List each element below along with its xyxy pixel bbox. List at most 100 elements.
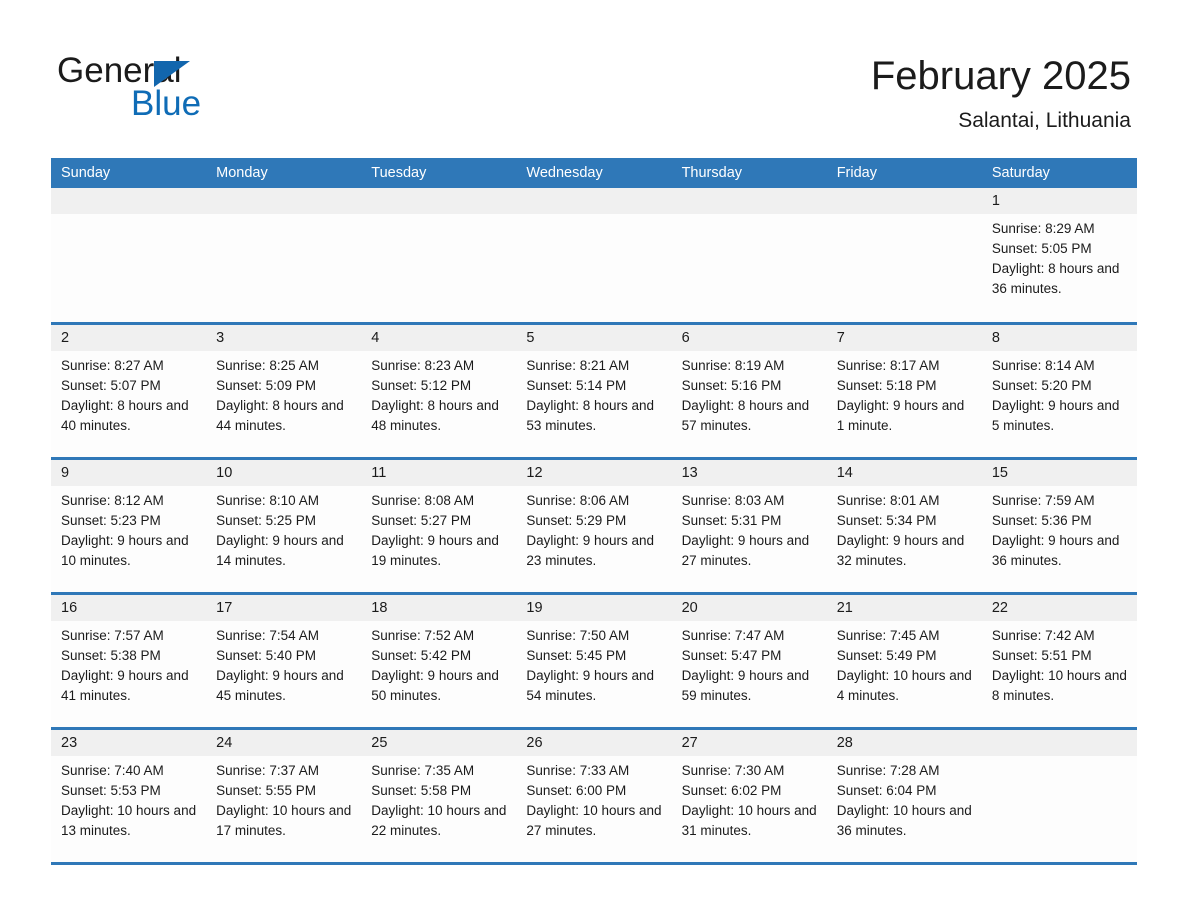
calendar-day-cell[interactable]: 9 Sunrise: 8:12 AM Sunset: 5:23 PM Daylight… [51, 458, 207, 593]
day-details: Sunrise: 8:19 AM Sunset: 5:16 PM Daylight:… [672, 351, 827, 436]
sunrise-time: Sunrise: 7:52 AM [371, 627, 475, 643]
sunset-time: Sunset: 6:04 PM [836, 782, 937, 798]
calendar-page: General Blue February 2025 Salantai, Lit… [0, 0, 1188, 918]
calendar-day-cell[interactable]: 12 Sunrise: 8:06 AM Sunset: 5:29 PM Dayligh… [516, 458, 672, 593]
calendar-day-cell[interactable]: 2 Sunrise: 8:27 AM Sunset: 5:07 PM Daylight… [51, 323, 207, 458]
sunset-time: Sunset: 6:02 PM [681, 782, 782, 798]
day-number: 8 [981, 324, 1137, 351]
calendar-day-cell[interactable]: 8 Sunrise: 8:14 AM Sunset: 5:20 PM Daylight… [981, 323, 1137, 458]
calendar-header-row: Sunday Monday Tuesday Wednesday Thursday… [51, 158, 1137, 188]
weekday-header-monday: Monday [206, 158, 362, 188]
day-details: Sunrise: 7:54 AM Sunset: 5:40 PM Daylight:… [206, 621, 361, 706]
calendar-day-cell[interactable]: 20 Sunrise: 7:47 AM Sunset: 5:47 PM Dayligh… [671, 593, 827, 728]
calendar-empty-cell [206, 188, 362, 323]
calendar-day-cell[interactable]: 7 Sunrise: 8:17 AM Sunset: 5:18 PM Daylight… [826, 323, 982, 458]
day-number: 13 [671, 459, 827, 486]
sunrise-time: Sunrise: 8:23 AM [371, 357, 475, 373]
day-details: Sunrise: 7:35 AM Sunset: 5:58 PM Daylight:… [361, 756, 516, 841]
day-details: Sunrise: 7:30 AM Sunset: 6:02 PM Daylight:… [672, 756, 827, 841]
calendar-day-cell[interactable]: 28 Sunrise: 7:28 AM Sunset: 6:04 PM Dayligh… [826, 728, 982, 865]
daylight-duration: Daylight: 10 hours and 31 minutes. [681, 802, 817, 838]
sunset-time: Sunset: 5:34 PM [836, 512, 937, 528]
daylight-duration: Daylight: 10 hours and 22 minutes. [371, 802, 507, 838]
day-details: Sunrise: 7:47 AM Sunset: 5:47 PM Daylight:… [672, 621, 827, 706]
calendar-day-cell[interactable]: 18 Sunrise: 7:52 AM Sunset: 5:42 PM Dayligh… [361, 593, 517, 728]
day-number: 6 [671, 324, 827, 351]
calendar-day-cell[interactable]: 5 Sunrise: 8:21 AM Sunset: 5:14 PM Daylight… [516, 323, 672, 458]
calendar-day-cell[interactable]: 25 Sunrise: 7:35 AM Sunset: 5:58 PM Dayligh… [361, 728, 517, 865]
day-details: Sunrise: 8:29 AM Sunset: 5:05 PM Daylight:… [982, 214, 1137, 299]
calendar-empty-cell [981, 728, 1137, 865]
sunrise-time: Sunrise: 7:37 AM [216, 762, 319, 778]
day-number: 2 [51, 324, 207, 351]
day-number: 22 [981, 594, 1137, 621]
daylight-duration: Daylight: 10 hours and 4 minutes. [836, 667, 972, 703]
daylight-duration: Daylight: 9 hours and 50 minutes. [371, 667, 499, 703]
day-number: 4 [361, 324, 517, 351]
weekday-header-saturday: Saturday [981, 158, 1137, 188]
sunrise-time: Sunrise: 8:12 AM [61, 492, 164, 508]
calendar-day-cell[interactable]: 15 Sunrise: 7:59 AM Sunset: 5:36 PM Dayligh… [981, 458, 1137, 593]
calendar-day-cell[interactable]: 1 Sunrise: 8:29 AM Sunset: 5:05 PM Daylight… [981, 188, 1137, 323]
calendar-week-row: 23 Sunrise: 7:40 AM Sunset: 5:53 PM Dayligh… [51, 728, 1137, 865]
calendar-day-cell[interactable]: 3 Sunrise: 8:25 AM Sunset: 5:09 PM Daylight… [206, 323, 362, 458]
sunset-time: Sunset: 5:40 PM [216, 647, 316, 663]
weekday-header-thursday: Thursday [671, 158, 827, 188]
calendar-day-cell[interactable]: 13 Sunrise: 8:03 AM Sunset: 5:31 PM Dayligh… [671, 458, 827, 593]
day-number: 19 [516, 594, 672, 621]
sunset-time: Sunset: 5:05 PM [991, 241, 1092, 256]
sunset-time: Sunset: 5:09 PM [216, 377, 316, 393]
sunset-time: Sunset: 5:20 PM [991, 377, 1092, 393]
calendar-day-cell[interactable]: 21 Sunrise: 7:45 AM Sunset: 5:49 PM Dayligh… [826, 593, 982, 728]
daylight-duration: Daylight: 10 hours and 8 minutes. [991, 667, 1127, 703]
day-number [826, 188, 982, 214]
calendar-empty-cell [51, 188, 207, 323]
day-number: 1 [981, 188, 1137, 214]
daylight-duration: Daylight: 10 hours and 13 minutes. [61, 802, 197, 838]
calendar-day-cell[interactable]: 27 Sunrise: 7:30 AM Sunset: 6:02 PM Dayligh… [671, 728, 827, 865]
day-details: Sunrise: 7:57 AM Sunset: 5:38 PM Daylight:… [51, 621, 206, 706]
page-subtitle: Salantai, Lithuania [958, 109, 1131, 132]
calendar-day-cell[interactable]: 26 Sunrise: 7:33 AM Sunset: 6:00 PM Dayligh… [516, 728, 672, 865]
day-number: 18 [361, 594, 517, 621]
sunrise-time: Sunrise: 7:30 AM [681, 762, 785, 778]
daylight-duration: Daylight: 9 hours and 36 minutes. [991, 532, 1120, 568]
weekday-header-tuesday: Tuesday [361, 158, 517, 188]
sunrise-time: Sunrise: 8:29 AM [991, 221, 1095, 236]
calendar-grid: Sunday Monday Tuesday Wednesday Thursday… [51, 158, 1137, 865]
day-number [516, 188, 672, 214]
day-number [671, 188, 827, 214]
general-blue-logo[interactable]: General Blue [57, 52, 317, 123]
day-details: Sunrise: 7:28 AM Sunset: 6:04 PM Daylight:… [827, 756, 982, 841]
daylight-duration: Daylight: 8 hours and 48 minutes. [371, 397, 499, 433]
daylight-duration: Daylight: 9 hours and 14 minutes. [216, 532, 344, 568]
calendar-day-cell[interactable]: 11 Sunrise: 8:08 AM Sunset: 5:27 PM Dayligh… [361, 458, 517, 593]
calendar-day-cell[interactable]: 10 Sunrise: 8:10 AM Sunset: 5:25 PM Dayligh… [206, 458, 362, 593]
sunrise-time: Sunrise: 7:45 AM [836, 627, 940, 643]
sunset-time: Sunset: 5:38 PM [61, 647, 161, 663]
calendar-day-cell[interactable]: 4 Sunrise: 8:23 AM Sunset: 5:12 PM Daylight… [361, 323, 517, 458]
sunrise-time: Sunrise: 8:27 AM [61, 357, 164, 373]
calendar-day-cell[interactable]: 24 Sunrise: 7:37 AM Sunset: 5:55 PM Dayligh… [206, 728, 362, 865]
page-header: General Blue February 2025 Salantai, Lit… [0, 0, 1188, 155]
day-number: 3 [206, 324, 362, 351]
day-number: 11 [361, 459, 517, 486]
sunrise-time: Sunrise: 7:50 AM [526, 627, 630, 643]
day-number: 28 [826, 729, 982, 756]
calendar-day-cell[interactable]: 6 Sunrise: 8:19 AM Sunset: 5:16 PM Daylight… [671, 323, 827, 458]
day-number: 24 [206, 729, 362, 756]
day-number: 9 [51, 459, 207, 486]
sunrise-time: Sunrise: 7:54 AM [216, 627, 319, 643]
calendar-day-cell[interactable]: 23 Sunrise: 7:40 AM Sunset: 5:53 PM Dayligh… [51, 728, 207, 865]
sunset-time: Sunset: 5:53 PM [61, 782, 161, 798]
calendar-day-cell[interactable]: 22 Sunrise: 7:42 AM Sunset: 5:51 PM Dayligh… [981, 593, 1137, 728]
day-details: Sunrise: 8:01 AM Sunset: 5:34 PM Daylight:… [827, 486, 982, 571]
calendar-day-cell[interactable]: 17 Sunrise: 7:54 AM Sunset: 5:40 PM Dayligh… [206, 593, 362, 728]
sunset-time: Sunset: 5:23 PM [61, 512, 161, 528]
calendar-day-cell[interactable]: 19 Sunrise: 7:50 AM Sunset: 5:45 PM Dayligh… [516, 593, 672, 728]
calendar-day-cell[interactable]: 16 Sunrise: 7:57 AM Sunset: 5:38 PM Dayligh… [51, 593, 207, 728]
daylight-duration: Daylight: 8 hours and 53 minutes. [526, 397, 654, 433]
calendar-day-cell[interactable]: 14 Sunrise: 8:01 AM Sunset: 5:34 PM Dayligh… [826, 458, 982, 593]
day-details: Sunrise: 7:33 AM Sunset: 6:00 PM Daylight:… [516, 756, 671, 841]
sunset-time: Sunset: 5:07 PM [61, 377, 161, 393]
